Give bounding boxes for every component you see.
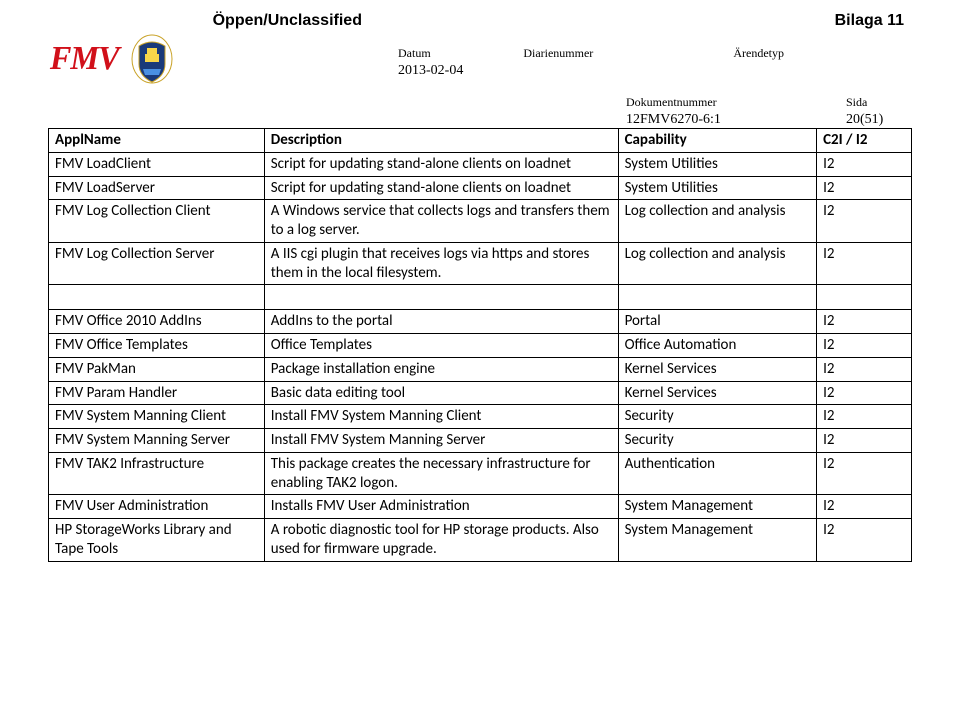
meta-sida: Sida 20(51) [846, 95, 883, 128]
cell-cap: Security [618, 405, 816, 429]
fmv-logo-text: FMV [50, 40, 119, 78]
cell-cap: System Utilities [618, 152, 816, 176]
cell-name: FMV TAK2 Infrastructure [49, 452, 265, 495]
table-row: FMV PakManPackage installation engineKer… [49, 357, 912, 381]
table-row: FMV System Manning ClientInstall FMV Sys… [49, 405, 912, 429]
cell-cap: Portal [618, 310, 816, 334]
cell-cap: Log collection and analysis [618, 242, 816, 285]
table-row: FMV Log Collection ServerA IIS cgi plugi… [49, 242, 912, 285]
cell-desc: A Windows service that collects logs and… [264, 200, 618, 243]
cell-cap: Authentication [618, 452, 816, 495]
cell-cap: Office Automation [618, 334, 816, 358]
col-description: Description [264, 129, 618, 153]
cell-lvl: I2 [817, 519, 912, 562]
cell-cap: Security [618, 429, 816, 453]
cell-desc: Office Templates [264, 334, 618, 358]
cell-lvl: I2 [817, 310, 912, 334]
cell-cap: Log collection and analysis [618, 200, 816, 243]
cell-name: HP StorageWorks Library and Tape Tools [49, 519, 265, 562]
cell-lvl: I2 [817, 452, 912, 495]
meta-dokumentnummer: Dokumentnummer 12FMV6270-6:1 [626, 95, 786, 128]
cell-name: FMV Log Collection Client [49, 200, 265, 243]
meta-arende: Ärendetyp [733, 46, 784, 79]
cell-lvl: I2 [817, 334, 912, 358]
table-row: FMV User AdministrationInstalls FMV User… [49, 495, 912, 519]
table-row: FMV Log Collection ClientA Windows servi… [49, 200, 912, 243]
cell-name: FMV System Manning Server [49, 429, 265, 453]
table-row: FMV System Manning ServerInstall FMV Sys… [49, 429, 912, 453]
cell-cap: System Utilities [618, 176, 816, 200]
table-row: FMV Param HandlerBasic data editing tool… [49, 381, 912, 405]
cell-desc: Install FMV System Manning Server [264, 429, 618, 453]
cell-name: FMV PakMan [49, 357, 265, 381]
table-row: FMV TAK2 InfrastructureThis package crea… [49, 452, 912, 495]
bilaga-label: Bilaga 11 [835, 12, 904, 30]
table-header-row: ApplName Description Capability C2I / I2 [49, 129, 912, 153]
cell-name: FMV System Manning Client [49, 405, 265, 429]
cell-name: FMV Office 2010 AddIns [49, 310, 265, 334]
cell-desc: AddIns to the portal [264, 310, 618, 334]
cell-lvl: I2 [817, 176, 912, 200]
cell-lvl: I2 [817, 381, 912, 405]
cell-desc: Install FMV System Manning Client [264, 405, 618, 429]
cell-cap: System Management [618, 519, 816, 562]
cell-cap: System Management [618, 495, 816, 519]
table-row: HP StorageWorks Library and Tape ToolsA … [49, 519, 912, 562]
cell-desc: A robotic diagnostic tool for HP storage… [264, 519, 618, 562]
cell-name: FMV Office Templates [49, 334, 265, 358]
cell-name: FMV Param Handler [49, 381, 265, 405]
cell-desc: Script for updating stand-alone clients … [264, 176, 618, 200]
dok-value: 12FMV6270-6:1 [626, 112, 786, 128]
table-row: FMV LoadClientScript for updating stand-… [49, 152, 912, 176]
cell-name: FMV Log Collection Server [49, 242, 265, 285]
meta-row-1: Datum 2013-02-04 Diarienummer Ärendetyp [48, 46, 912, 79]
cell-lvl: I2 [817, 405, 912, 429]
cell-lvl: I2 [817, 495, 912, 519]
cell-lvl: I2 [817, 200, 912, 243]
cell-desc: A IIS cgi plugin that receives logs via … [264, 242, 618, 285]
datum-value: 2013-02-04 [398, 63, 463, 79]
meta-diarie: Diarienummer [523, 46, 673, 79]
application-table: ApplName Description Capability C2I / I2… [48, 128, 912, 562]
meta-row-2: Dokumentnummer 12FMV6270-6:1 Sida 20(51) [48, 95, 912, 128]
cell-desc: This package creates the necessary infra… [264, 452, 618, 495]
classification-label: Öppen/Unclassified [213, 12, 362, 30]
cell-lvl: I2 [817, 152, 912, 176]
col-capability: Capability [618, 129, 816, 153]
logo-block: FMV [48, 34, 173, 84]
crest-icon [131, 34, 173, 84]
diarie-label: Diarienummer [523, 46, 673, 61]
cell-lvl: I2 [817, 357, 912, 381]
table-spacer-row [49, 285, 912, 310]
table-row: FMV LoadServerScript for updating stand-… [49, 176, 912, 200]
document-page: FMV Öppen/Unclassified Bilaga 11 Datum 2… [0, 0, 960, 582]
cell-cap: Kernel Services [618, 381, 816, 405]
sida-label: Sida [846, 95, 883, 110]
sida-value: 20(51) [846, 112, 883, 128]
cell-lvl: I2 [817, 429, 912, 453]
col-applname: ApplName [49, 129, 265, 153]
table-row: FMV Office 2010 AddInsAddIns to the port… [49, 310, 912, 334]
col-c2i: C2I / I2 [817, 129, 912, 153]
cell-desc: Basic data editing tool [264, 381, 618, 405]
cell-cap: Kernel Services [618, 357, 816, 381]
cell-name: FMV LoadClient [49, 152, 265, 176]
classification-row: Öppen/Unclassified Bilaga 11 [173, 12, 912, 30]
cell-desc: Script for updating stand-alone clients … [264, 152, 618, 176]
cell-name: FMV User Administration [49, 495, 265, 519]
meta-datum: Datum 2013-02-04 [398, 46, 463, 79]
cell-lvl: I2 [817, 242, 912, 285]
table-row: FMV Office TemplatesOffice TemplatesOffi… [49, 334, 912, 358]
cell-desc: Installs FMV User Administration [264, 495, 618, 519]
datum-label: Datum [398, 46, 463, 61]
cell-name: FMV LoadServer [49, 176, 265, 200]
dok-label: Dokumentnummer [626, 95, 786, 110]
cell-desc: Package installation engine [264, 357, 618, 381]
arende-label: Ärendetyp [733, 46, 784, 61]
